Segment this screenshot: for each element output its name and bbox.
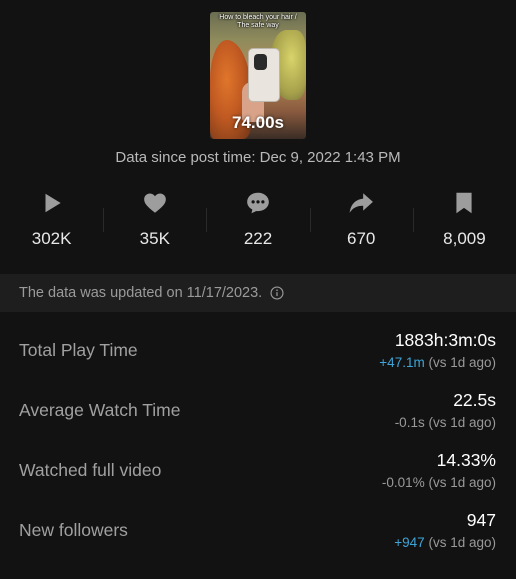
metric-label: Watched full video [19,460,162,480]
metric-value: 14.33% [436,450,496,470]
info-icon[interactable] [270,286,284,300]
metric-watched-full-video: Watched full video 14.33% -0.01% (vs 1d … [0,442,516,502]
stat-saves: 8,009 [412,180,516,260]
play-icon [45,193,61,213]
metric-label: Average Watch Time [19,400,181,420]
metric-change: -0.01% (vs 1d ago) [382,475,496,490]
metric-change: -0.1s (vs 1d ago) [395,415,496,430]
stat-value: 8,009 [443,229,486,248]
notice-text: The data was updated on 11/17/2023. [19,285,263,301]
metric-label: New followers [19,520,128,540]
stat-value: 302K [31,229,72,248]
data-updated-notice: The data was updated on 11/17/2023. [0,274,516,312]
metric-value: 947 [466,510,496,530]
stat-shares: 670 [309,180,413,260]
share-icon [349,193,374,213]
stat-value: 670 [347,229,376,248]
engagement-stats: 302K 35K 222 670 8,009 [0,180,516,260]
metric-total-play-time: Total Play Time 1883h:3m:0s +47.1m (vs 1… [0,322,516,382]
heart-icon [143,193,166,213]
metric-value: 22.5s [453,390,496,410]
thumbnail-image-part [254,54,267,70]
stat-plays: 302K [0,180,103,260]
stat-comments: 222 [206,180,309,260]
metric-delta-suffix: (vs 1d ago) [424,475,496,490]
video-caption: How to bleach your hair / The safe way [219,14,297,29]
metric-delta: -0.01% [381,475,425,490]
post-time-text: Data since post time: Dec 9, 2022 1:43 P… [115,149,401,166]
metric-delta-suffix: (vs 1d ago) [424,355,496,370]
metric-change: +947 (vs 1d ago) [394,535,496,550]
bookmark-icon [456,192,472,214]
stat-value: 222 [243,229,273,248]
metric-delta: +947 [394,535,425,550]
stat-likes: 35K [103,180,206,260]
video-duration: 74.00s [232,113,284,132]
metric-delta: +47.1m [379,355,425,370]
metric-label: Total Play Time [19,340,138,360]
metric-delta-suffix: (vs 1d ago) [424,535,496,550]
thumbnail-image-part [248,48,280,102]
metric-delta-suffix: (vs 1d ago) [424,415,496,430]
metric-new-followers: New followers 947 +947 (vs 1d ago) [0,502,516,562]
comment-icon [247,192,269,214]
metric-change: +47.1m (vs 1d ago) [379,355,496,370]
stat-value: 35K [139,229,170,248]
video-thumbnail[interactable]: How to bleach your hair / The safe way 7… [210,12,306,139]
metric-delta: -0.1s [394,415,425,430]
metric-average-watch-time: Average Watch Time 22.5s -0.1s (vs 1d ag… [0,382,516,442]
metric-value: 1883h:3m:0s [394,330,496,350]
